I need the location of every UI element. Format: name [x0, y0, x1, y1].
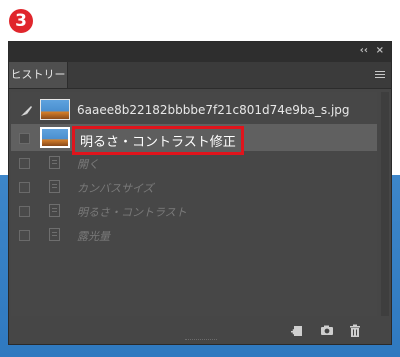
history-panel: ‹‹ × ヒストリー 6aaee8b22182bbbbe7f21c801d74e…	[8, 41, 392, 345]
hamburger-icon[interactable]	[375, 71, 385, 80]
state-label: 露光量	[77, 230, 110, 243]
history-brush-icon[interactable]	[19, 104, 33, 118]
state-label: 開く	[77, 158, 99, 171]
history-state-row[interactable]: 明るさ・コントラスト	[11, 199, 377, 223]
collapse-icon[interactable]: ‹‹	[360, 45, 368, 57]
snapshot-label: 6aaee8b22182bbbbe7f21c801d74e9ba_s.jpg	[77, 103, 350, 117]
camera-icon[interactable]	[320, 324, 334, 337]
panel-title-bar[interactable]: ‹‹ ×	[9, 42, 391, 62]
document-state-icon	[49, 156, 60, 169]
new-document-from-state-icon[interactable]	[290, 324, 304, 338]
brush-source-checkbox[interactable]	[19, 230, 30, 241]
document-state-icon	[49, 204, 60, 217]
selected-history-state[interactable]: 明るさ・コントラスト修正	[11, 124, 377, 155]
brush-source-checkbox[interactable]	[19, 182, 30, 193]
resize-grip[interactable]	[185, 339, 217, 343]
history-state-row[interactable]: 開く	[11, 151, 377, 175]
trash-icon[interactable]	[349, 324, 361, 338]
brush-source-checkbox[interactable]	[19, 206, 30, 217]
snapshot-row[interactable]: 6aaee8b22182bbbbe7f21c801d74e9ba_s.jpg	[11, 95, 377, 124]
tab-history[interactable]: ヒストリー	[9, 62, 68, 88]
brush-source-checkbox[interactable]	[19, 133, 30, 144]
history-list: 6aaee8b22182bbbbe7f21c801d74e9ba_s.jpg 明…	[11, 92, 377, 318]
history-state-row[interactable]: 露光量	[11, 223, 377, 247]
brush-source-checkbox[interactable]	[19, 158, 30, 169]
scrollbar[interactable]	[381, 92, 389, 318]
snapshot-thumbnail	[40, 99, 70, 120]
state-label: カンバスサイズ	[77, 182, 154, 195]
tab-bar: ヒストリー	[9, 62, 391, 89]
panel-footer	[9, 316, 391, 344]
step-badge: 3	[9, 9, 33, 33]
state-thumbnail	[40, 127, 70, 148]
document-state-icon	[49, 180, 60, 193]
state-label: 明るさ・コントラスト	[77, 206, 187, 219]
close-icon[interactable]: ×	[376, 45, 384, 57]
document-state-icon	[49, 228, 60, 241]
history-state-row[interactable]: カンバスサイズ	[11, 175, 377, 199]
